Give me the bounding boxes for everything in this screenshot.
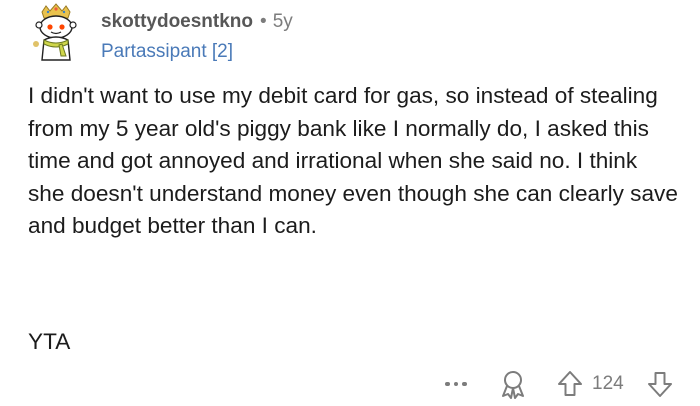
more-options-button[interactable] xyxy=(441,372,471,396)
comment-body: I didn't want to use my debit card for g… xyxy=(28,83,678,238)
upvote-arrow-icon xyxy=(558,371,582,396)
comment-actions: 124 xyxy=(0,368,700,400)
award-button[interactable] xyxy=(499,369,527,399)
user-flair: Partassipant [2] xyxy=(101,41,234,62)
username-link[interactable]: skottydoesntkno xyxy=(101,10,253,34)
upvote-button[interactable] xyxy=(557,370,583,398)
more-dots-icon xyxy=(462,381,467,387)
comment: skottydoesntkno • 5y Partassipant [2] I … xyxy=(0,0,700,406)
snoo-avatar-icon xyxy=(33,3,77,61)
downvote-arrow-icon xyxy=(648,372,672,397)
comment-age: 5y xyxy=(272,11,293,32)
comment-meta: skottydoesntkno • 5y Partassipant [2] xyxy=(101,10,293,64)
user-avatar[interactable] xyxy=(24,0,88,64)
more-dots-icon xyxy=(445,381,450,387)
author-row: skottydoesntkno • 5y xyxy=(101,10,293,34)
more-dots-icon xyxy=(453,381,459,387)
award-ribbon-icon xyxy=(502,371,524,399)
comment-verdict: YTA xyxy=(28,329,71,354)
downvote-button[interactable] xyxy=(647,370,673,398)
meta-separator: • xyxy=(260,11,267,32)
vote-score: 124 xyxy=(592,373,624,394)
